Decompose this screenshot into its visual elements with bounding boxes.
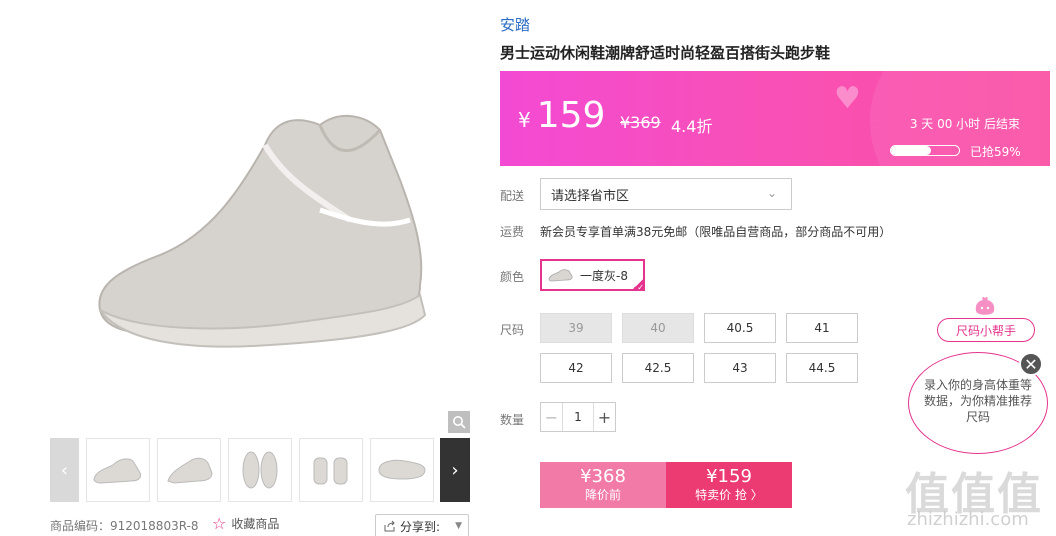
watermark: 值值值 zhizhizhi.com	[905, 458, 1055, 532]
size-option[interactable]: 44.5	[786, 353, 858, 383]
thumbnail[interactable]	[157, 438, 221, 502]
countdown-timer: 3 天 00 小时 后结束	[909, 117, 1020, 131]
size-option[interactable]: 40	[622, 313, 694, 343]
original-price-label: 降价前	[584, 488, 621, 502]
quantity-stepper: − 1 +	[540, 402, 616, 432]
product-main-image[interactable]	[50, 10, 470, 435]
color-option-label: 一度灰-8	[580, 268, 628, 283]
shoe-thumb-icon	[242, 451, 278, 489]
original-price: ¥369	[620, 113, 661, 132]
mascot-icon	[975, 297, 995, 315]
caret-down-icon: ▼	[455, 521, 462, 531]
delivery-region-select[interactable]: 请选择省市区 ⌄	[540, 178, 792, 210]
original-price-button[interactable]: ¥368 降价前	[540, 462, 666, 508]
thumbnail[interactable]	[228, 438, 292, 502]
sold-progress-fill	[891, 146, 932, 155]
heart-icon: ♥	[834, 81, 861, 116]
size-option[interactable]: 42.5	[622, 353, 694, 383]
color-label: 颜色	[500, 270, 525, 284]
delivery-placeholder: 请选择省市区	[551, 188, 630, 204]
delivery-label: 配送	[500, 189, 525, 203]
quantity-increase-button[interactable]: +	[593, 403, 615, 431]
thumbnail[interactable]	[86, 438, 150, 502]
shipping-info: 新会员专享首单满38元免邮（限唯品自营商品，部分商品不可用）	[540, 225, 892, 239]
shoe-thumb-icon	[167, 457, 213, 484]
buy-now-button[interactable]: ¥159 特卖价 抢 〉	[666, 462, 792, 508]
watermark-url: zhizhizhi.com	[907, 509, 1029, 530]
star-icon: ☆	[212, 513, 227, 533]
shoe-swatch-icon	[548, 269, 573, 282]
color-option-selected[interactable]: 一度灰-8 ✓	[540, 259, 645, 292]
currency-symbol: ¥	[518, 108, 531, 132]
thumbnail-strip: ‹ ›	[50, 438, 470, 502]
size-option[interactable]: 41	[786, 313, 858, 343]
close-icon[interactable]: ✕	[1019, 352, 1043, 376]
quantity-label: 数量	[500, 413, 525, 427]
chevron-left-icon: ‹	[60, 459, 69, 481]
current-price-value: 159	[536, 95, 606, 136]
size-option[interactable]: 42	[540, 353, 612, 383]
shoe-thumb-icon	[378, 459, 426, 480]
product-code: 商品编码：912018803R-8	[50, 519, 199, 533]
thumb-prev-button[interactable]: ‹	[50, 438, 79, 502]
share-button[interactable]: 分享到: ▼	[375, 514, 469, 536]
size-helper-button[interactable]: 尺码小帮手	[937, 318, 1035, 342]
thumbnail[interactable]	[299, 438, 363, 502]
share-label: 分享到:	[400, 519, 441, 534]
shoe-thumb-icon	[313, 457, 348, 485]
sale-price-label: 特卖价 抢 〉	[695, 488, 763, 502]
quantity-value[interactable]: 1	[563, 403, 593, 431]
discount-label: 4.4折	[671, 117, 713, 136]
shipping-label: 运费	[500, 225, 525, 239]
sold-progress-bar	[890, 145, 960, 156]
chevron-down-icon: ⌄	[766, 186, 777, 200]
favorite-label: 收藏商品	[231, 517, 280, 531]
thumb-next-button[interactable]: ›	[440, 438, 470, 502]
favorite-button[interactable]: ☆ 收藏商品	[212, 515, 279, 532]
sale-price-value: ¥159	[706, 466, 752, 487]
size-label: 尺码	[500, 323, 525, 337]
sold-progress-text: 已抢59%	[970, 145, 1021, 159]
share-icon	[384, 520, 395, 532]
zoom-icon[interactable]	[448, 411, 470, 433]
brand-link[interactable]: 安踏	[500, 14, 530, 35]
size-option[interactable]: 40.5	[704, 313, 776, 343]
current-price: ¥ 159	[518, 95, 605, 136]
shoe-image	[98, 114, 427, 348]
size-option[interactable]: 43	[704, 353, 776, 383]
chevron-right-icon: ›	[451, 459, 459, 481]
quantity-decrease-button[interactable]: −	[541, 403, 563, 431]
price-banner: ♥ ¥ 159 ¥369 4.4折 3 天 00 小时 后结束 已抢59%	[500, 71, 1050, 166]
selected-check-icon: ✓	[631, 277, 645, 292]
product-title: 男士运动休闲鞋潮牌舒适时尚轻盈百搭街头跑步鞋	[500, 44, 831, 62]
original-price-value: ¥368	[580, 466, 626, 487]
thumbnail[interactable]	[370, 438, 434, 502]
shoe-thumb-icon	[93, 458, 142, 484]
size-option[interactable]: 39	[540, 313, 612, 343]
